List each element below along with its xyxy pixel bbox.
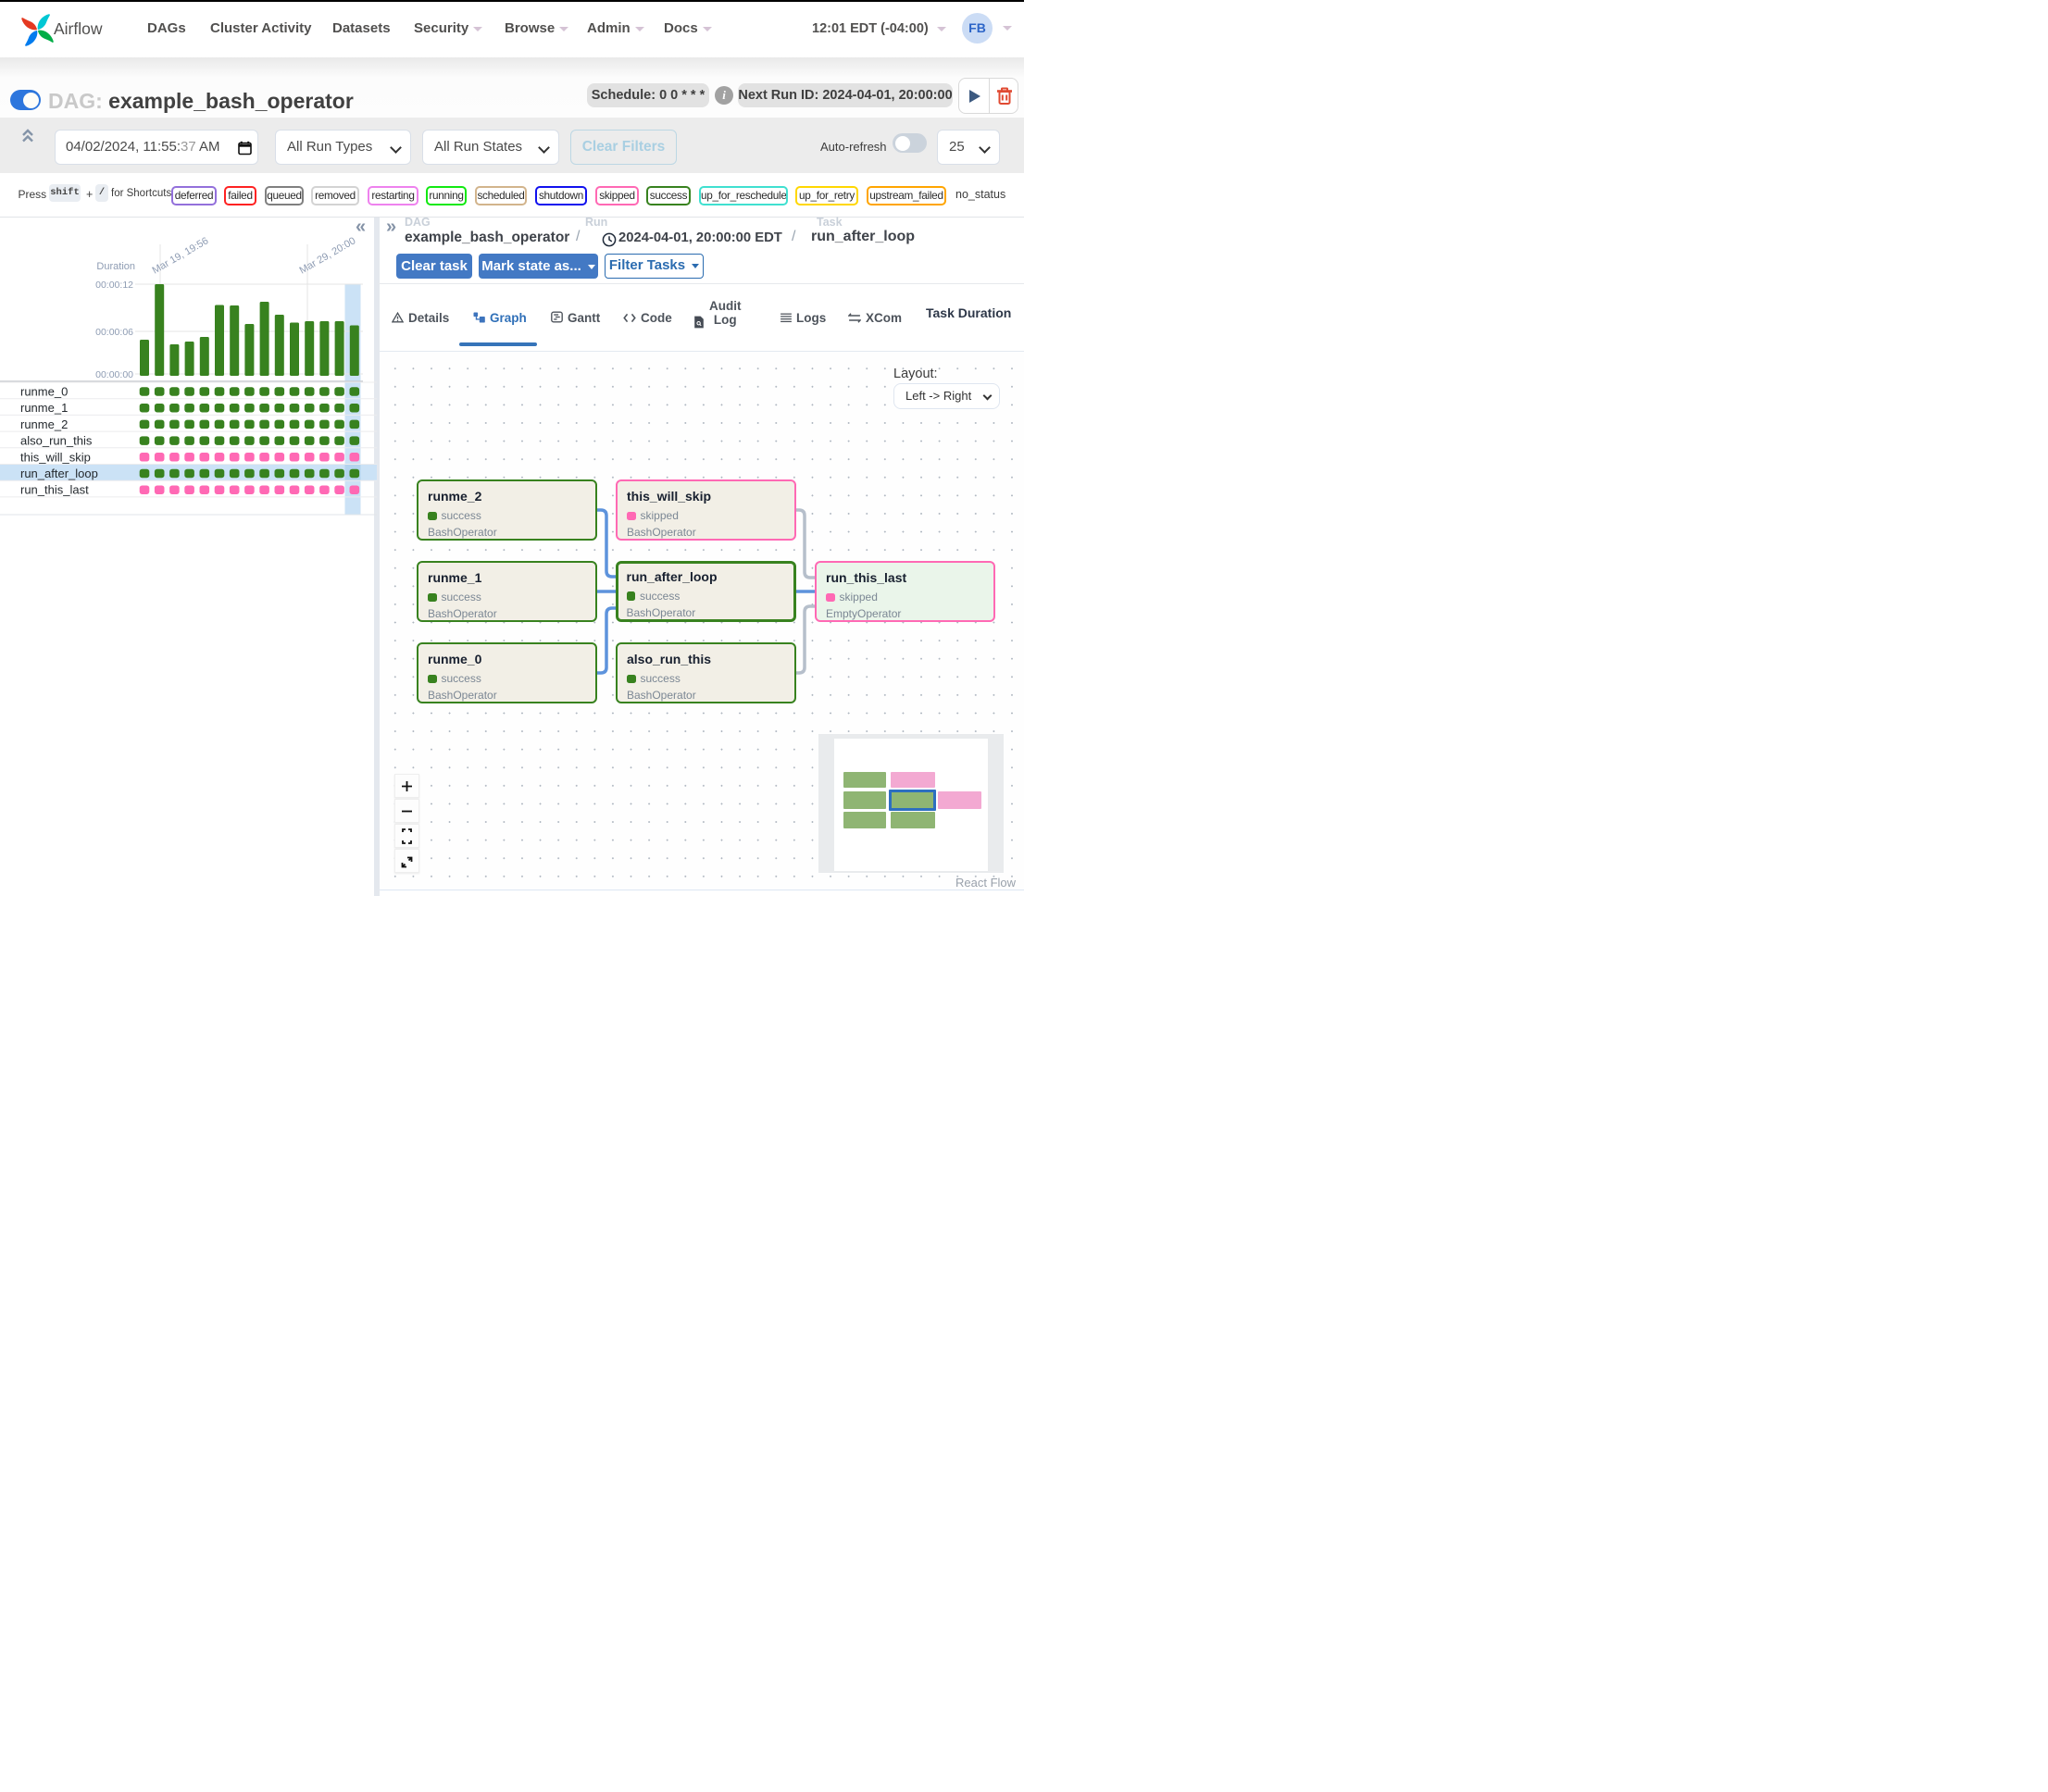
- svg-text:this_will_skip: this_will_skip: [20, 450, 91, 464]
- svg-text:00:00:06: 00:00:06: [95, 327, 133, 338]
- svg-text:00:00:00: 00:00:00: [95, 369, 133, 380]
- svg-text:runme_1: runme_1: [20, 401, 68, 415]
- svg-text:runme_0: runme_0: [20, 385, 68, 399]
- svg-text:run_this_last: run_this_last: [20, 483, 89, 497]
- svg-text:00:00:12: 00:00:12: [95, 280, 133, 291]
- svg-text:Duration: Duration: [96, 261, 135, 272]
- svg-text:runme_2: runme_2: [20, 417, 68, 431]
- svg-text:run_after_loop: run_after_loop: [20, 467, 98, 480]
- svg-text:also_run_this: also_run_this: [20, 434, 93, 448]
- svg-text:Mar 29, 20:00: Mar 29, 20:00: [298, 235, 358, 276]
- svg-text:Mar 19, 19:56: Mar 19, 19:56: [151, 235, 211, 276]
